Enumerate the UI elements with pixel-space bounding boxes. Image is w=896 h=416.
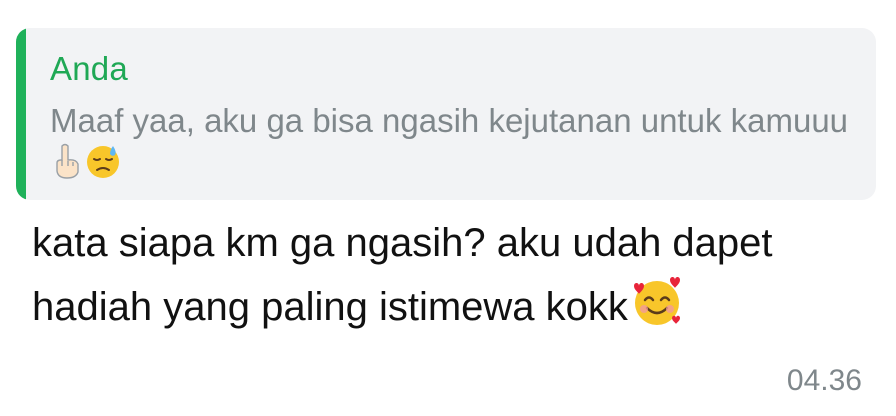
sad-sweat-face-emoji-icon bbox=[84, 142, 122, 190]
chat-message-view: Anda Maaf yaa, aku ga bisa ngasih kejuta… bbox=[0, 0, 896, 416]
index-finger-up-emoji-icon bbox=[50, 142, 84, 190]
message-text-block: kata siapa km ga ngasih? aku udah dapet … bbox=[32, 214, 872, 346]
reply-quote[interactable]: Anda Maaf yaa, aku ga bisa ngasih kejuta… bbox=[16, 28, 876, 200]
reply-accent-bar bbox=[16, 28, 26, 200]
reply-text-block: Maaf yaa, aku ga bisa ngasih kejutanan u… bbox=[50, 100, 850, 190]
reply-text: Maaf yaa, aku ga bisa ngasih kejutanan u… bbox=[50, 102, 849, 139]
smiling-face-with-hearts-emoji-icon bbox=[628, 272, 686, 346]
reply-author: Anda bbox=[50, 50, 128, 87]
message-timestamp: 04.36 bbox=[786, 364, 862, 397]
